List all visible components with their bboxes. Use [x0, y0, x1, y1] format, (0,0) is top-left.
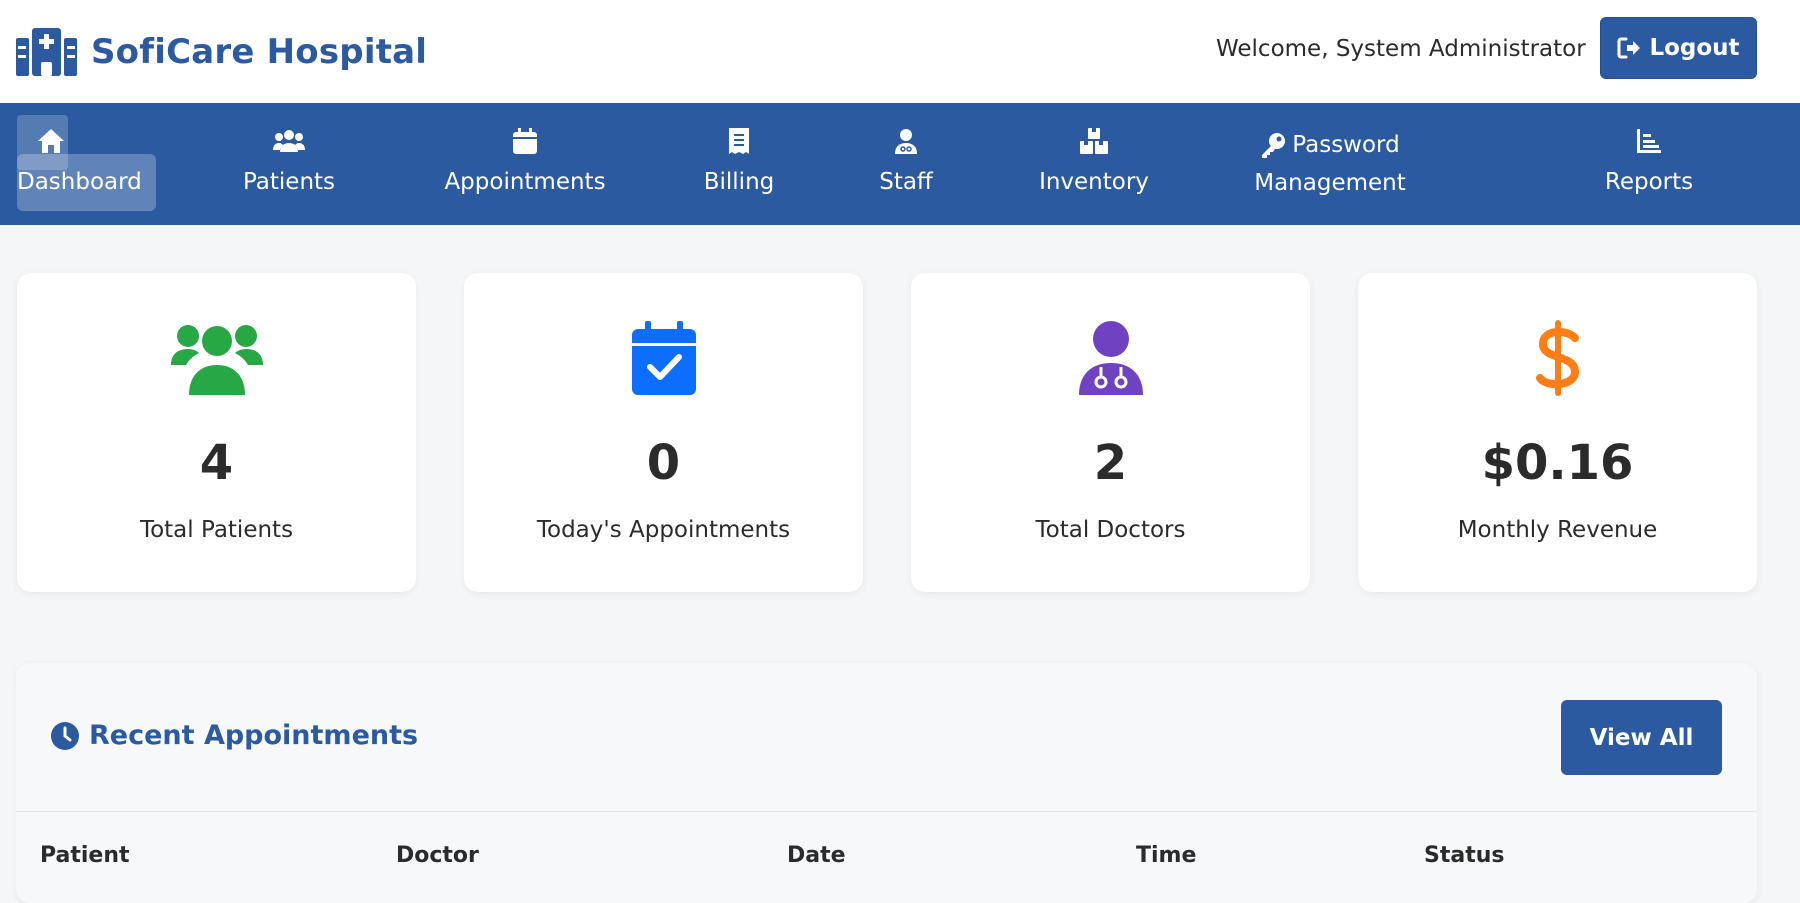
calendar-icon [513, 127, 537, 155]
chart-icon [1637, 127, 1661, 155]
panel-header: Recent Appointments View All [16, 663, 1757, 812]
panel-title: Recent Appointments [51, 720, 418, 751]
hospital-icon [16, 27, 77, 76]
nav-billing[interactable]: Billing [694, 103, 784, 225]
nav-label: Reports [1604, 169, 1694, 195]
clock-icon [51, 721, 79, 750]
users-icon [273, 127, 305, 155]
recent-appointments-panel: Recent Appointments View All Patient Doc… [16, 663, 1757, 903]
nav-label: Dashboard [17, 169, 142, 195]
calendar-check-icon [631, 319, 696, 397]
nav-appointments[interactable]: Appointments [440, 103, 610, 225]
stat-card-doctors: 2 Total Doctors [911, 273, 1310, 592]
nav-label: Patients [242, 169, 336, 195]
welcome-text: Welcome, System Administrator [1216, 36, 1586, 62]
nav-patients[interactable]: Patients [234, 103, 344, 225]
stat-card-appointments: 0 Today's Appointments [464, 273, 863, 592]
nav-label: Staff [879, 169, 933, 195]
stat-label: Total Patients [139, 517, 294, 543]
brand-name: SofiCare Hospital [91, 31, 428, 72]
user-doctor-icon [894, 127, 918, 155]
stat-label: Today's Appointments [536, 517, 791, 543]
key-icon [1262, 133, 1286, 158]
sign-out-icon [1617, 37, 1641, 59]
top-bar: SofiCare Hospital Welcome, System Admini… [0, 0, 1800, 103]
main-nav: Dashboard Patients Appointments Billing … [0, 103, 1800, 225]
logout-label: Logout [1649, 35, 1740, 61]
column-header-doctor[interactable]: Doctor [396, 843, 479, 868]
nav-inventory[interactable]: Inventory [1036, 103, 1152, 225]
nav-label: Appointments [444, 169, 606, 195]
stat-card-revenue: $0.16 Monthly Revenue [1358, 273, 1757, 592]
nav-password-management[interactable]: Password Management [1250, 103, 1410, 225]
boxes-icon [1080, 127, 1108, 155]
stat-card-patients: 4 Total Patients [17, 273, 416, 592]
nav-reports[interactable]: Reports [1600, 103, 1698, 225]
view-all-button[interactable]: View All [1561, 700, 1722, 775]
column-header-status[interactable]: Status [1424, 843, 1504, 868]
nav-label: Password [1292, 132, 1400, 158]
nav-label: Management [1254, 170, 1406, 196]
panel-title-text: Recent Appointments [89, 720, 419, 751]
dollar-icon [1535, 319, 1581, 397]
receipt-icon [729, 127, 749, 155]
stat-label: Total Doctors [1035, 517, 1186, 543]
stat-value: 4 [199, 435, 234, 491]
nav-dashboard[interactable]: Dashboard [17, 103, 156, 225]
stat-value: 2 [1093, 435, 1128, 491]
user-doctor-icon [1078, 319, 1143, 397]
brand[interactable]: SofiCare Hospital [16, 27, 428, 76]
stat-value: $0.16 [1481, 435, 1634, 491]
column-header-date[interactable]: Date [787, 843, 846, 868]
nav-label: Inventory [1039, 169, 1149, 195]
stat-label: Monthly Revenue [1457, 517, 1658, 543]
users-icon [170, 319, 263, 397]
stat-value: 0 [646, 435, 681, 491]
column-header-patient[interactable]: Patient [40, 843, 130, 868]
nav-staff[interactable]: Staff [866, 103, 946, 225]
nav-label: Billing [703, 169, 775, 195]
logout-button[interactable]: Logout [1600, 17, 1757, 79]
column-header-time[interactable]: Time [1136, 843, 1196, 868]
